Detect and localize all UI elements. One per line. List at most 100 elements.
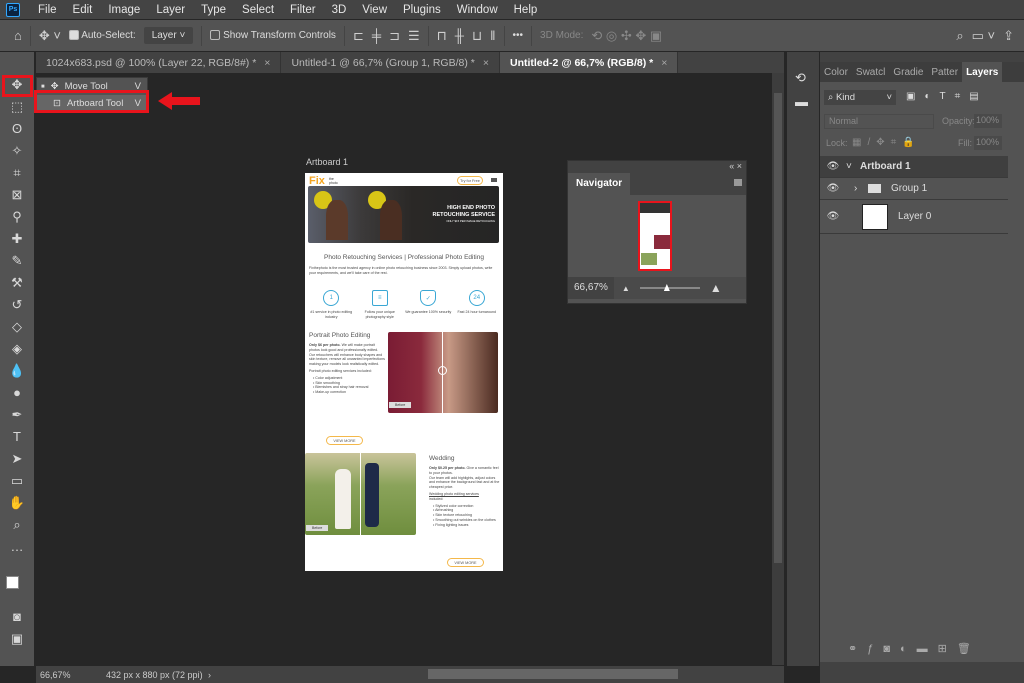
try-for-free-button[interactable]: Try for Free: [457, 176, 483, 185]
navigator-tab[interactable]: Navigator: [568, 173, 631, 195]
close-icon[interactable]: ×: [737, 161, 742, 171]
menu-type[interactable]: Type: [193, 4, 234, 16]
clone-stamp-icon[interactable]: ⚒: [7, 274, 27, 292]
share-icon[interactable]: ⇪: [1003, 28, 1014, 44]
dodge-tool-icon[interactable]: ●: [7, 384, 27, 402]
hand-tool-icon[interactable]: ✋: [7, 494, 27, 512]
distribute-vertical-icon[interactable]: ‖: [490, 28, 495, 43]
path-selection-icon[interactable]: ➤: [7, 450, 27, 468]
align-middle-icon[interactable]: ╫: [455, 28, 464, 43]
more-tools-icon[interactable]: …: [7, 538, 27, 556]
menu-window[interactable]: Window: [449, 4, 506, 16]
history-brush-icon[interactable]: ↺: [7, 296, 27, 314]
menu-filter[interactable]: Filter: [282, 4, 324, 16]
screen-mode-icon[interactable]: ▣: [7, 630, 27, 648]
chevron-down-icon[interactable]: ˅: [846, 161, 860, 172]
status-expand-icon[interactable]: ›: [208, 670, 228, 680]
visibility-eye-icon[interactable]: 👁: [820, 161, 846, 172]
horizontal-scrollbar[interactable]: [228, 666, 784, 683]
frame-tool-icon[interactable]: ⊠: [7, 186, 27, 204]
align-left-icon[interactable]: ⊏: [353, 28, 364, 44]
menu-image[interactable]: Image: [100, 4, 148, 16]
history-icon[interactable]: ⟲: [795, 70, 806, 86]
blend-mode-dropdown[interactable]: Normal: [824, 114, 934, 129]
artboard[interactable]: Fix the photo Try for Free HIGH END PHOT…: [305, 173, 503, 571]
visibility-eye-icon[interactable]: 👁: [820, 211, 846, 222]
menu-file[interactable]: File: [30, 4, 65, 16]
status-zoom[interactable]: 66,67%: [36, 670, 88, 680]
magic-wand-icon[interactable]: ✧: [7, 142, 27, 160]
artboard-label[interactable]: Artboard 1: [306, 157, 348, 167]
blur-tool-icon[interactable]: 💧: [7, 362, 27, 380]
zoom-in-icon[interactable]: ▲: [710, 281, 722, 295]
distribute-horizontal-icon[interactable]: ☰: [408, 28, 420, 44]
tab-gradients[interactable]: Gradie: [889, 62, 927, 82]
eyedropper-icon[interactable]: ⚲: [7, 208, 27, 226]
menu-3d[interactable]: 3D: [324, 4, 355, 16]
layer-row-artboard[interactable]: 👁 ˅ Artboard 1: [820, 156, 1008, 178]
tab-document-3[interactable]: Untitled-2 @ 66,7% (RGB/8) * ×: [499, 52, 679, 73]
vertical-scrollbar[interactable]: [772, 73, 784, 665]
close-icon[interactable]: ×: [661, 57, 667, 69]
filter-type-icons[interactable]: ▣◐T⌗▤: [906, 91, 988, 102]
menu-edit[interactable]: Edit: [65, 4, 101, 16]
tab-swatches[interactable]: Swatcl: [852, 62, 889, 82]
menu-select[interactable]: Select: [234, 4, 282, 16]
align-top-icon[interactable]: ⊓: [437, 28, 447, 44]
align-bottom-icon[interactable]: ⊔: [472, 28, 482, 44]
move-tool-preset-icon[interactable]: ✥ ˅: [39, 28, 61, 44]
visibility-eye-icon[interactable]: 👁: [820, 183, 846, 194]
menu-layer[interactable]: Layer: [148, 4, 193, 16]
fill-field[interactable]: 100%: [974, 136, 1002, 150]
tab-color[interactable]: Color: [820, 62, 852, 82]
close-icon[interactable]: ×: [264, 57, 270, 69]
crop-tool-icon[interactable]: ⌗: [7, 164, 27, 182]
portrait-view-more-button[interactable]: VIEW MORE: [326, 436, 363, 445]
layer-row-group[interactable]: 👁 › Group 1: [820, 178, 1008, 200]
rectangle-tool-icon[interactable]: ▭: [7, 472, 27, 490]
panel-menu-icon[interactable]: [734, 179, 742, 186]
tab-patterns[interactable]: Patter: [927, 62, 962, 82]
collapse-icon[interactable]: «: [729, 161, 734, 171]
quick-mask-icon[interactable]: ◙: [7, 608, 27, 626]
search-icon[interactable]: ⌕: [956, 28, 963, 44]
workspace-icon[interactable]: ▭ ˅: [972, 28, 996, 44]
home-icon[interactable]: ⌂: [14, 28, 22, 43]
tab-document-1[interactable]: 1024x683.psd @ 100% (Layer 22, RGB/8#) *…: [36, 52, 282, 73]
close-icon[interactable]: ×: [483, 57, 489, 69]
navigator-preview[interactable]: [638, 201, 672, 271]
auto-select-checkbox[interactable]: Auto-Select:: [68, 30, 136, 41]
lasso-tool-icon[interactable]: ʘ: [7, 120, 27, 138]
wedding-view-more-button[interactable]: VIEW MORE: [447, 558, 484, 567]
zoom-slider[interactable]: [639, 284, 700, 291]
type-tool-icon[interactable]: T: [7, 428, 27, 446]
pen-tool-icon[interactable]: ✒: [7, 406, 27, 424]
lock-icons[interactable]: ▦/✥⌗🔒: [852, 137, 921, 148]
show-transform-controls-checkbox[interactable]: Show Transform Controls: [210, 30, 336, 41]
zoom-tool-icon[interactable]: ⌕: [7, 516, 27, 534]
hamburger-menu-icon[interactable]: [491, 178, 497, 182]
healing-brush-icon[interactable]: ✚: [7, 230, 27, 248]
wedding-before-after-image[interactable]: Before: [305, 453, 416, 535]
eraser-icon[interactable]: ◇: [7, 318, 27, 336]
menu-view[interactable]: View: [354, 4, 395, 16]
layer-row-layer0[interactable]: 👁 Layer 0: [820, 200, 1008, 234]
auto-select-target-dropdown[interactable]: Layer ˅: [143, 27, 194, 44]
portrait-before-after-image[interactable]: Before: [388, 332, 498, 413]
layer-filter-dropdown[interactable]: ⌕ Kind ˅: [824, 90, 896, 105]
tab-document-2[interactable]: Untitled-1 @ 66,7% (Group 1, RGB/8) * ×: [281, 52, 500, 73]
brush-tool-icon[interactable]: ✎: [7, 252, 27, 270]
tab-layers[interactable]: Layers: [962, 62, 1003, 82]
opacity-field[interactable]: 100%: [974, 114, 1002, 128]
chevron-right-icon[interactable]: ›: [854, 183, 868, 194]
zoom-out-icon[interactable]: ▲: [622, 284, 630, 293]
comments-icon[interactable]: ▬: [795, 94, 808, 109]
menu-help[interactable]: Help: [506, 4, 546, 16]
marquee-tool-icon[interactable]: ⬚: [7, 98, 27, 116]
foreground-color-swatch[interactable]: [6, 576, 19, 589]
align-right-icon[interactable]: ⊐: [389, 28, 400, 44]
align-center-icon[interactable]: ╪: [372, 28, 381, 43]
more-options-button[interactable]: •••: [513, 30, 524, 41]
navigator-zoom-value[interactable]: 66,67%: [568, 277, 614, 299]
paint-bucket-icon[interactable]: ◈: [7, 340, 27, 358]
